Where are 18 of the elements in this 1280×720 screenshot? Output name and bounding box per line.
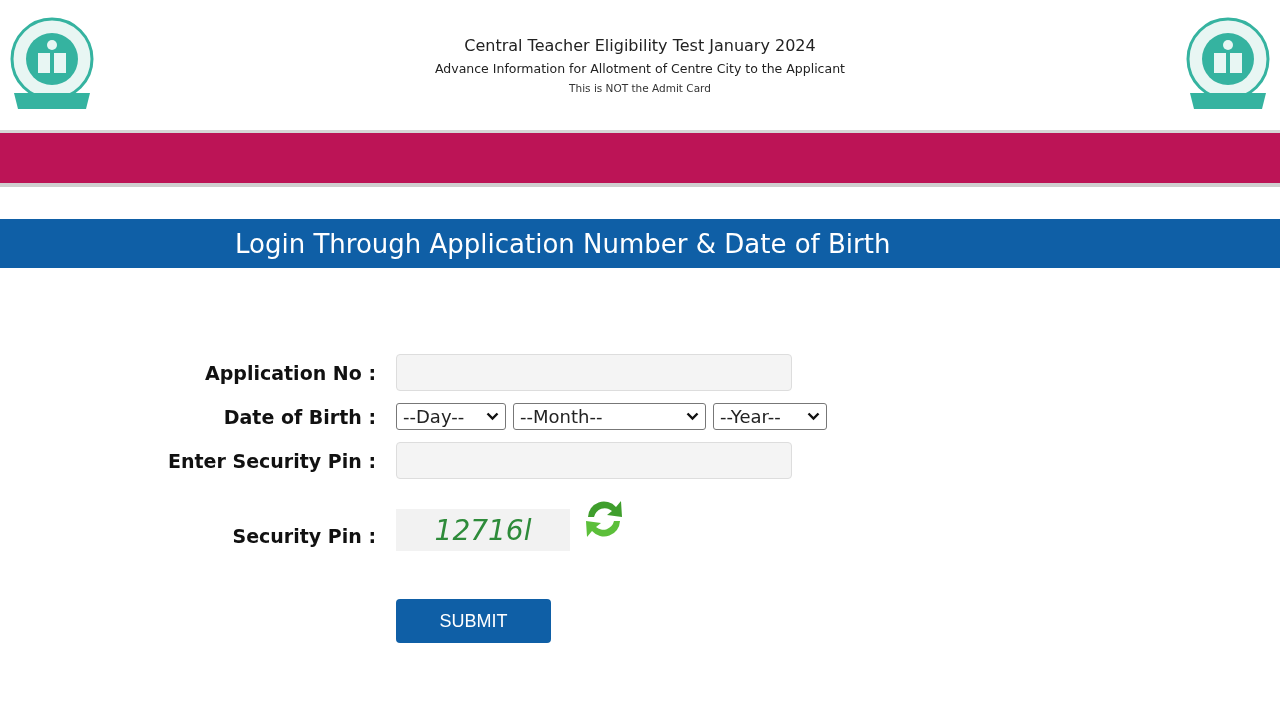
date-select[interactable]: --Month-- <box>513 403 706 430</box>
field-label: Date of Birth : <box>223 405 376 428</box>
field-label: Application No : <box>205 361 376 384</box>
section-title: Login Through Application Number & Date of Birth <box>235 228 891 259</box>
notice-text: This is NOT the Admit Card <box>569 82 711 94</box>
security-pin-field[interactable] <box>396 442 792 479</box>
chevron-down-icon <box>807 412 820 421</box>
chevron-down-icon <box>486 412 499 421</box>
application-number-field[interactable] <box>396 354 792 391</box>
field-label: Security Pin : <box>232 525 376 547</box>
page-subtitle: Advance Information for Allotment of Centre City to the Applicant <box>435 61 845 76</box>
chevron-down-icon <box>686 412 699 421</box>
captcha-text: 12716l <box>434 513 532 547</box>
page-title: Central Teacher Eligibility Test January 2024 <box>464 36 816 55</box>
date-select[interactable]: --Year-- <box>713 403 827 430</box>
date-select[interactable]: --Day-- <box>396 403 506 430</box>
field-label: Enter Security Pin : <box>168 449 376 472</box>
submit-button[interactable]: SUBMIT <box>396 599 551 643</box>
